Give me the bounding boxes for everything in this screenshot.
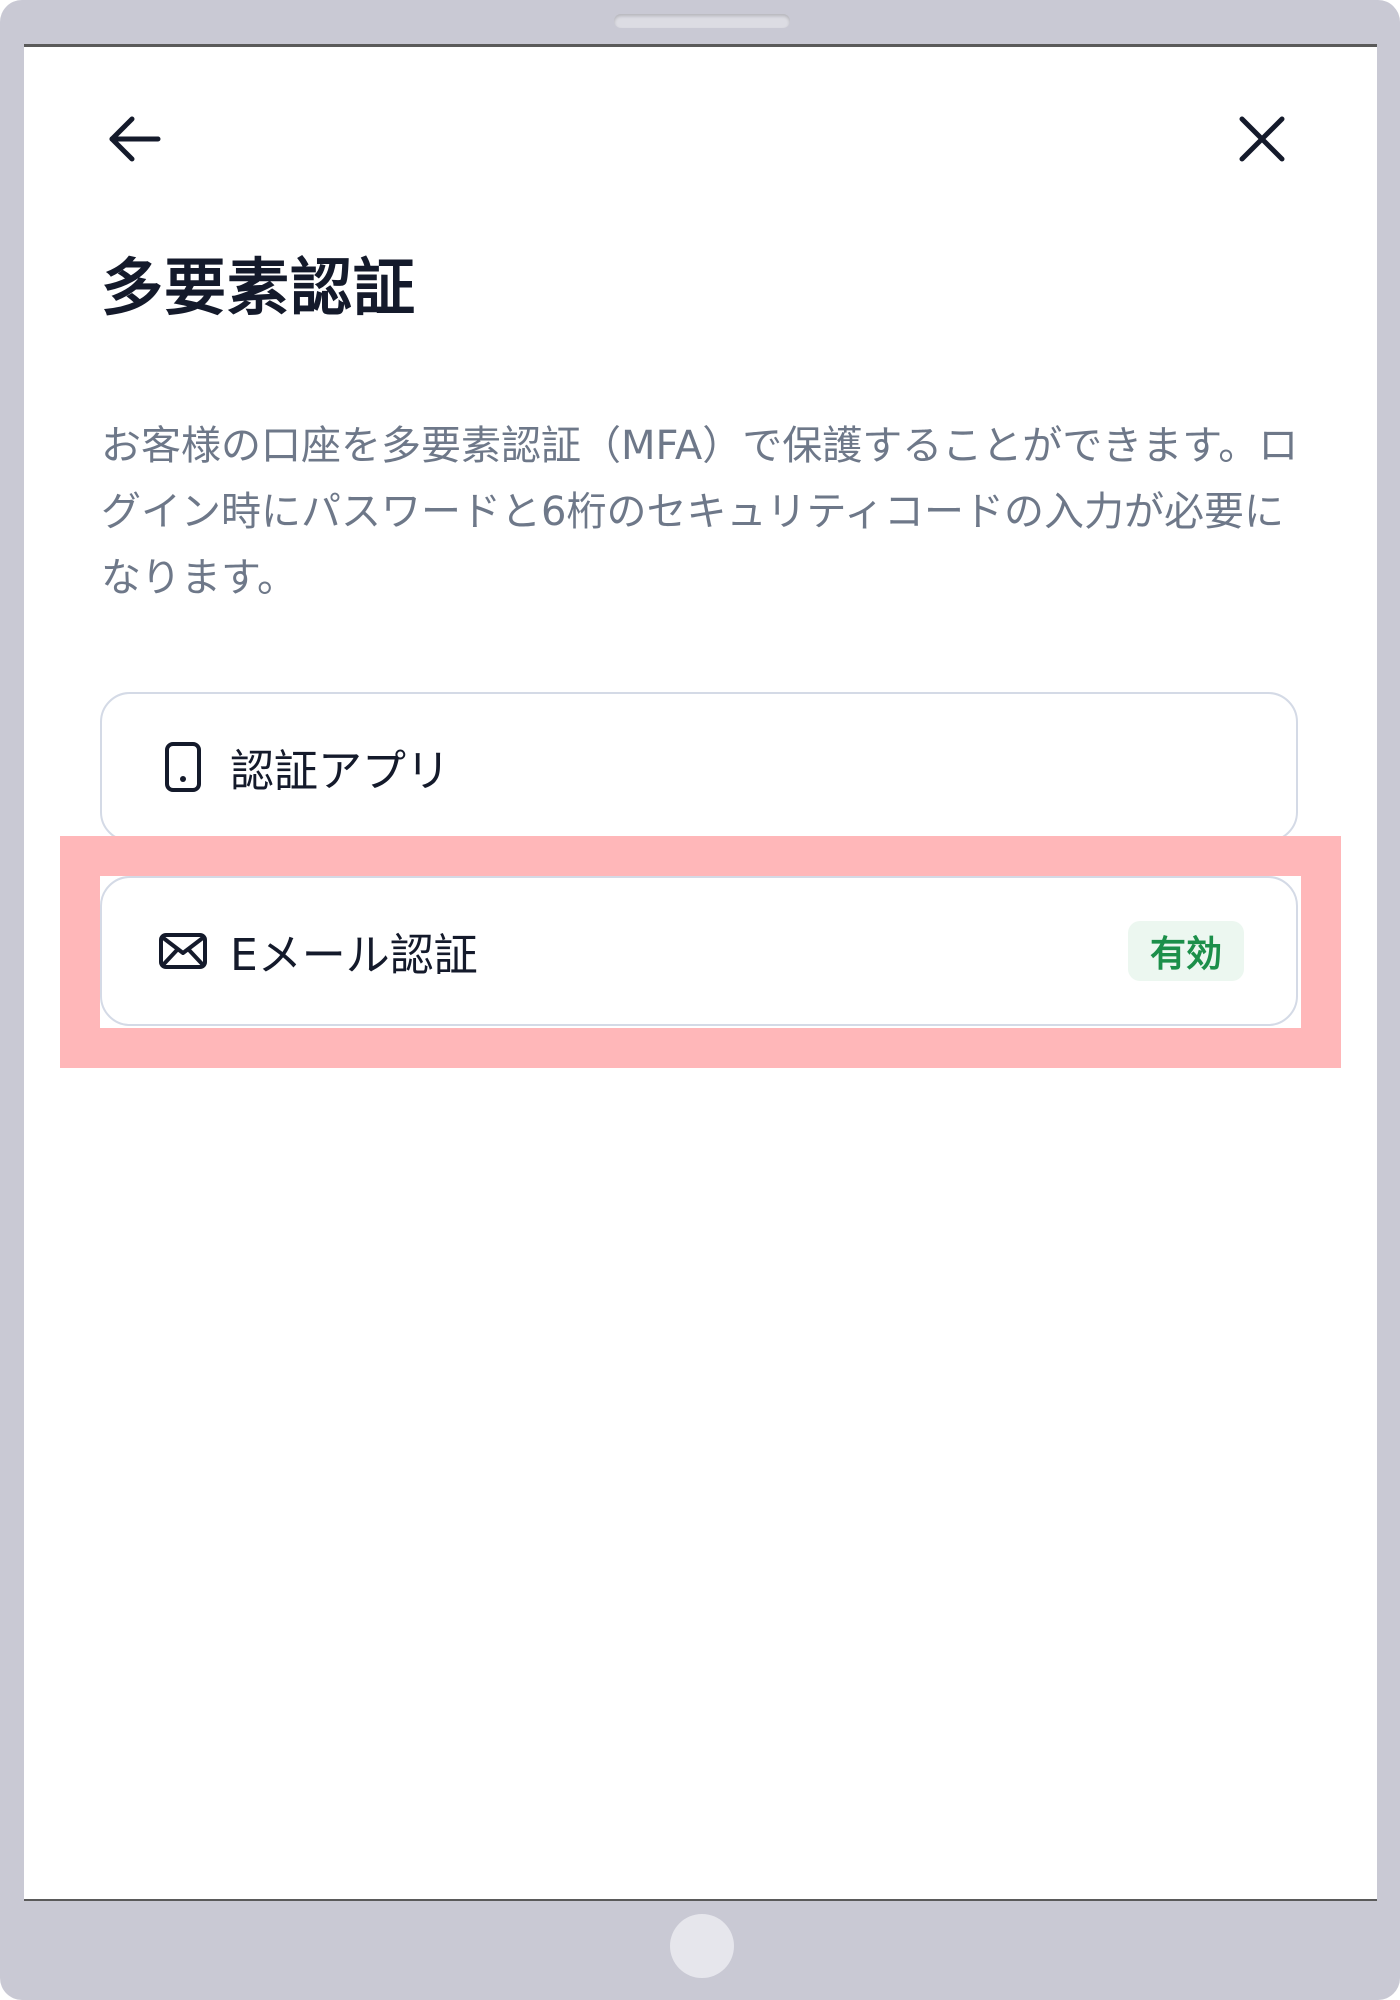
status-badge: 有効 bbox=[1127, 921, 1244, 981]
close-button[interactable] bbox=[1230, 107, 1294, 171]
option-label: 認証アプリ bbox=[230, 746, 450, 797]
home-button[interactable] bbox=[670, 1914, 734, 1978]
option-authenticator-app[interactable]: 認証アプリ bbox=[100, 692, 1298, 842]
option-email-auth[interactable]: Eメール認証 有効 bbox=[100, 876, 1298, 1026]
page-description: お客様の口座を多要素認証（MFA）で保護することができます。ログイン時にパスワー… bbox=[101, 423, 1299, 601]
smartphone-icon bbox=[156, 740, 210, 794]
back-button[interactable] bbox=[102, 107, 166, 171]
device-speaker bbox=[614, 14, 790, 28]
page-title: 多要素認証 bbox=[101, 251, 417, 324]
option-label: Eメール認証 bbox=[230, 930, 478, 981]
close-icon bbox=[1239, 116, 1285, 162]
tablet-frame: 多要素認証 お客様の口座を多要素認証（MFA）で保護することができます。ログイン… bbox=[0, 0, 1400, 2000]
mail-icon bbox=[156, 924, 210, 978]
app-screen: 多要素認証 お客様の口座を多要素認証（MFA）で保護することができます。ログイン… bbox=[24, 44, 1377, 1901]
arrow-left-icon bbox=[109, 116, 161, 162]
